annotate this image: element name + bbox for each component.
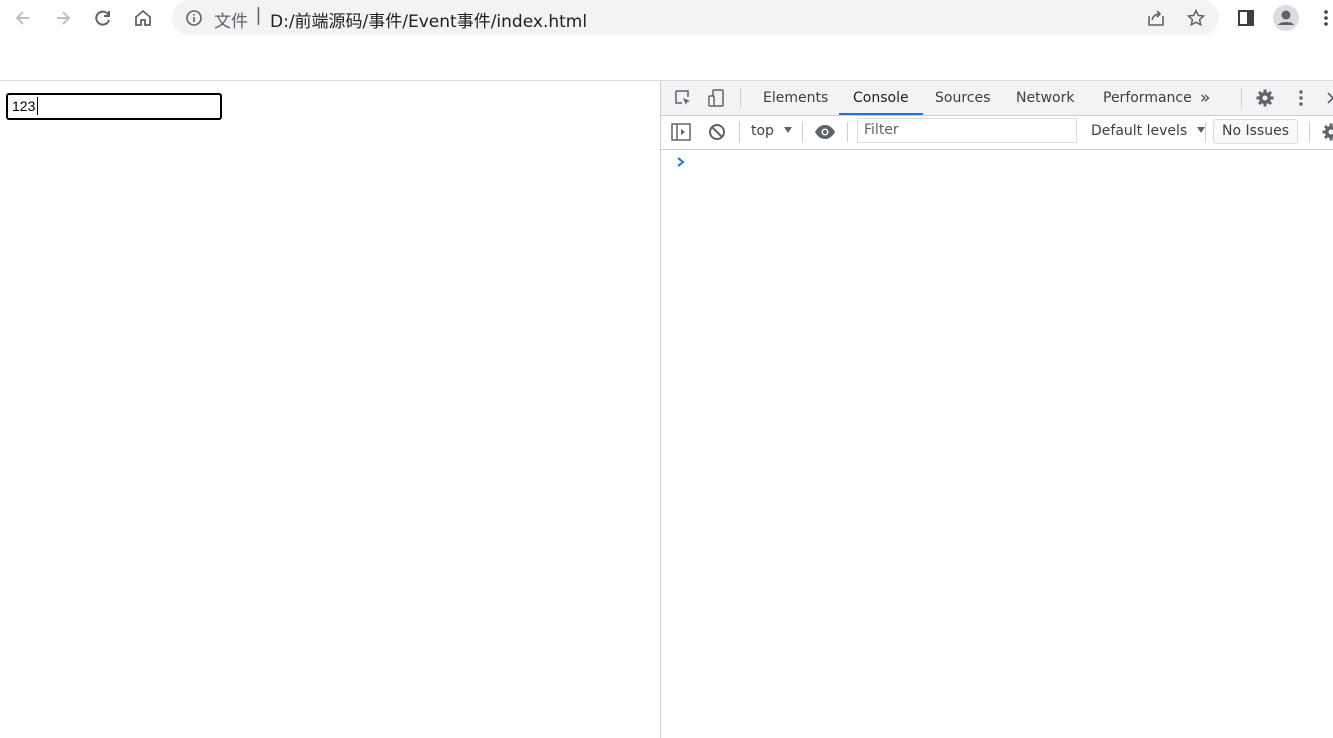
home-icon[interactable]: [129, 4, 157, 32]
page-viewport: [0, 81, 660, 738]
tab-sources[interactable]: Sources: [921, 81, 1004, 115]
info-icon[interactable]: [184, 8, 204, 28]
eye-icon[interactable]: [813, 120, 837, 144]
clear-console-icon[interactable]: [705, 120, 729, 144]
side-panel-icon[interactable]: [1232, 4, 1260, 32]
browser-toolbar: 文件 | D:/前端源码/事件/Event事件/index.html: [0, 0, 1333, 36]
url-scheme-label: 文件: [214, 12, 248, 32]
devtools-panel: Elements Console Sources Network Perform…: [660, 81, 1333, 738]
issues-button[interactable]: No Issues: [1213, 119, 1298, 144]
text-input[interactable]: [6, 93, 222, 120]
tab-performance[interactable]: Performance: [1089, 81, 1206, 115]
close-icon[interactable]: [1321, 86, 1333, 110]
kebab-menu-icon[interactable]: [1289, 86, 1313, 110]
divider: [1241, 88, 1242, 108]
kebab-menu-icon[interactable]: [1312, 4, 1333, 32]
inspect-element-icon[interactable]: [671, 86, 695, 110]
filter-input[interactable]: Filter: [857, 118, 1077, 143]
divider: [739, 122, 740, 142]
gear-icon[interactable]: [1319, 120, 1333, 144]
share-icon[interactable]: [1144, 6, 1168, 30]
device-toolbar-icon[interactable]: [704, 86, 728, 110]
star-icon[interactable]: [1184, 6, 1208, 30]
tab-network[interactable]: Network: [1002, 81, 1088, 115]
console-prompt-icon: [675, 155, 687, 167]
log-levels-label: Default levels: [1091, 123, 1188, 139]
divider: [802, 122, 803, 142]
reload-icon[interactable]: [89, 4, 117, 32]
omnibox[interactable]: 文件 | D:/前端源码/事件/Event事件/index.html: [172, 0, 1219, 35]
gear-icon[interactable]: [1253, 86, 1277, 110]
sidebar-toggle-icon[interactable]: [669, 120, 693, 144]
more-tabs-icon[interactable]: »: [1196, 81, 1214, 115]
avatar-icon[interactable]: [1272, 4, 1300, 32]
arrow-left-icon[interactable]: [9, 4, 37, 32]
tab-console[interactable]: Console: [839, 81, 923, 115]
divider: [1205, 122, 1206, 142]
devtools-tabbar: Elements Console Sources Network Perform…: [661, 81, 1333, 116]
url-text[interactable]: D:/前端源码/事件/Event事件/index.html: [270, 7, 587, 32]
triangle-down-icon: [784, 127, 793, 133]
divider: [740, 88, 741, 108]
console-input[interactable]: [691, 147, 1321, 173]
arrow-right-icon[interactable]: [49, 4, 77, 32]
console-toolbar: top Filter Default levels No Issues: [661, 116, 1333, 150]
context-selector[interactable]: top: [751, 123, 793, 139]
context-label: top: [751, 123, 774, 139]
url-separator: |: [256, 5, 261, 26]
divider: [1309, 122, 1310, 142]
log-levels-dropdown[interactable]: Default levels: [1091, 123, 1206, 139]
text-caret: [37, 97, 38, 115]
divider: [847, 122, 848, 142]
tab-elements[interactable]: Elements: [749, 81, 842, 115]
